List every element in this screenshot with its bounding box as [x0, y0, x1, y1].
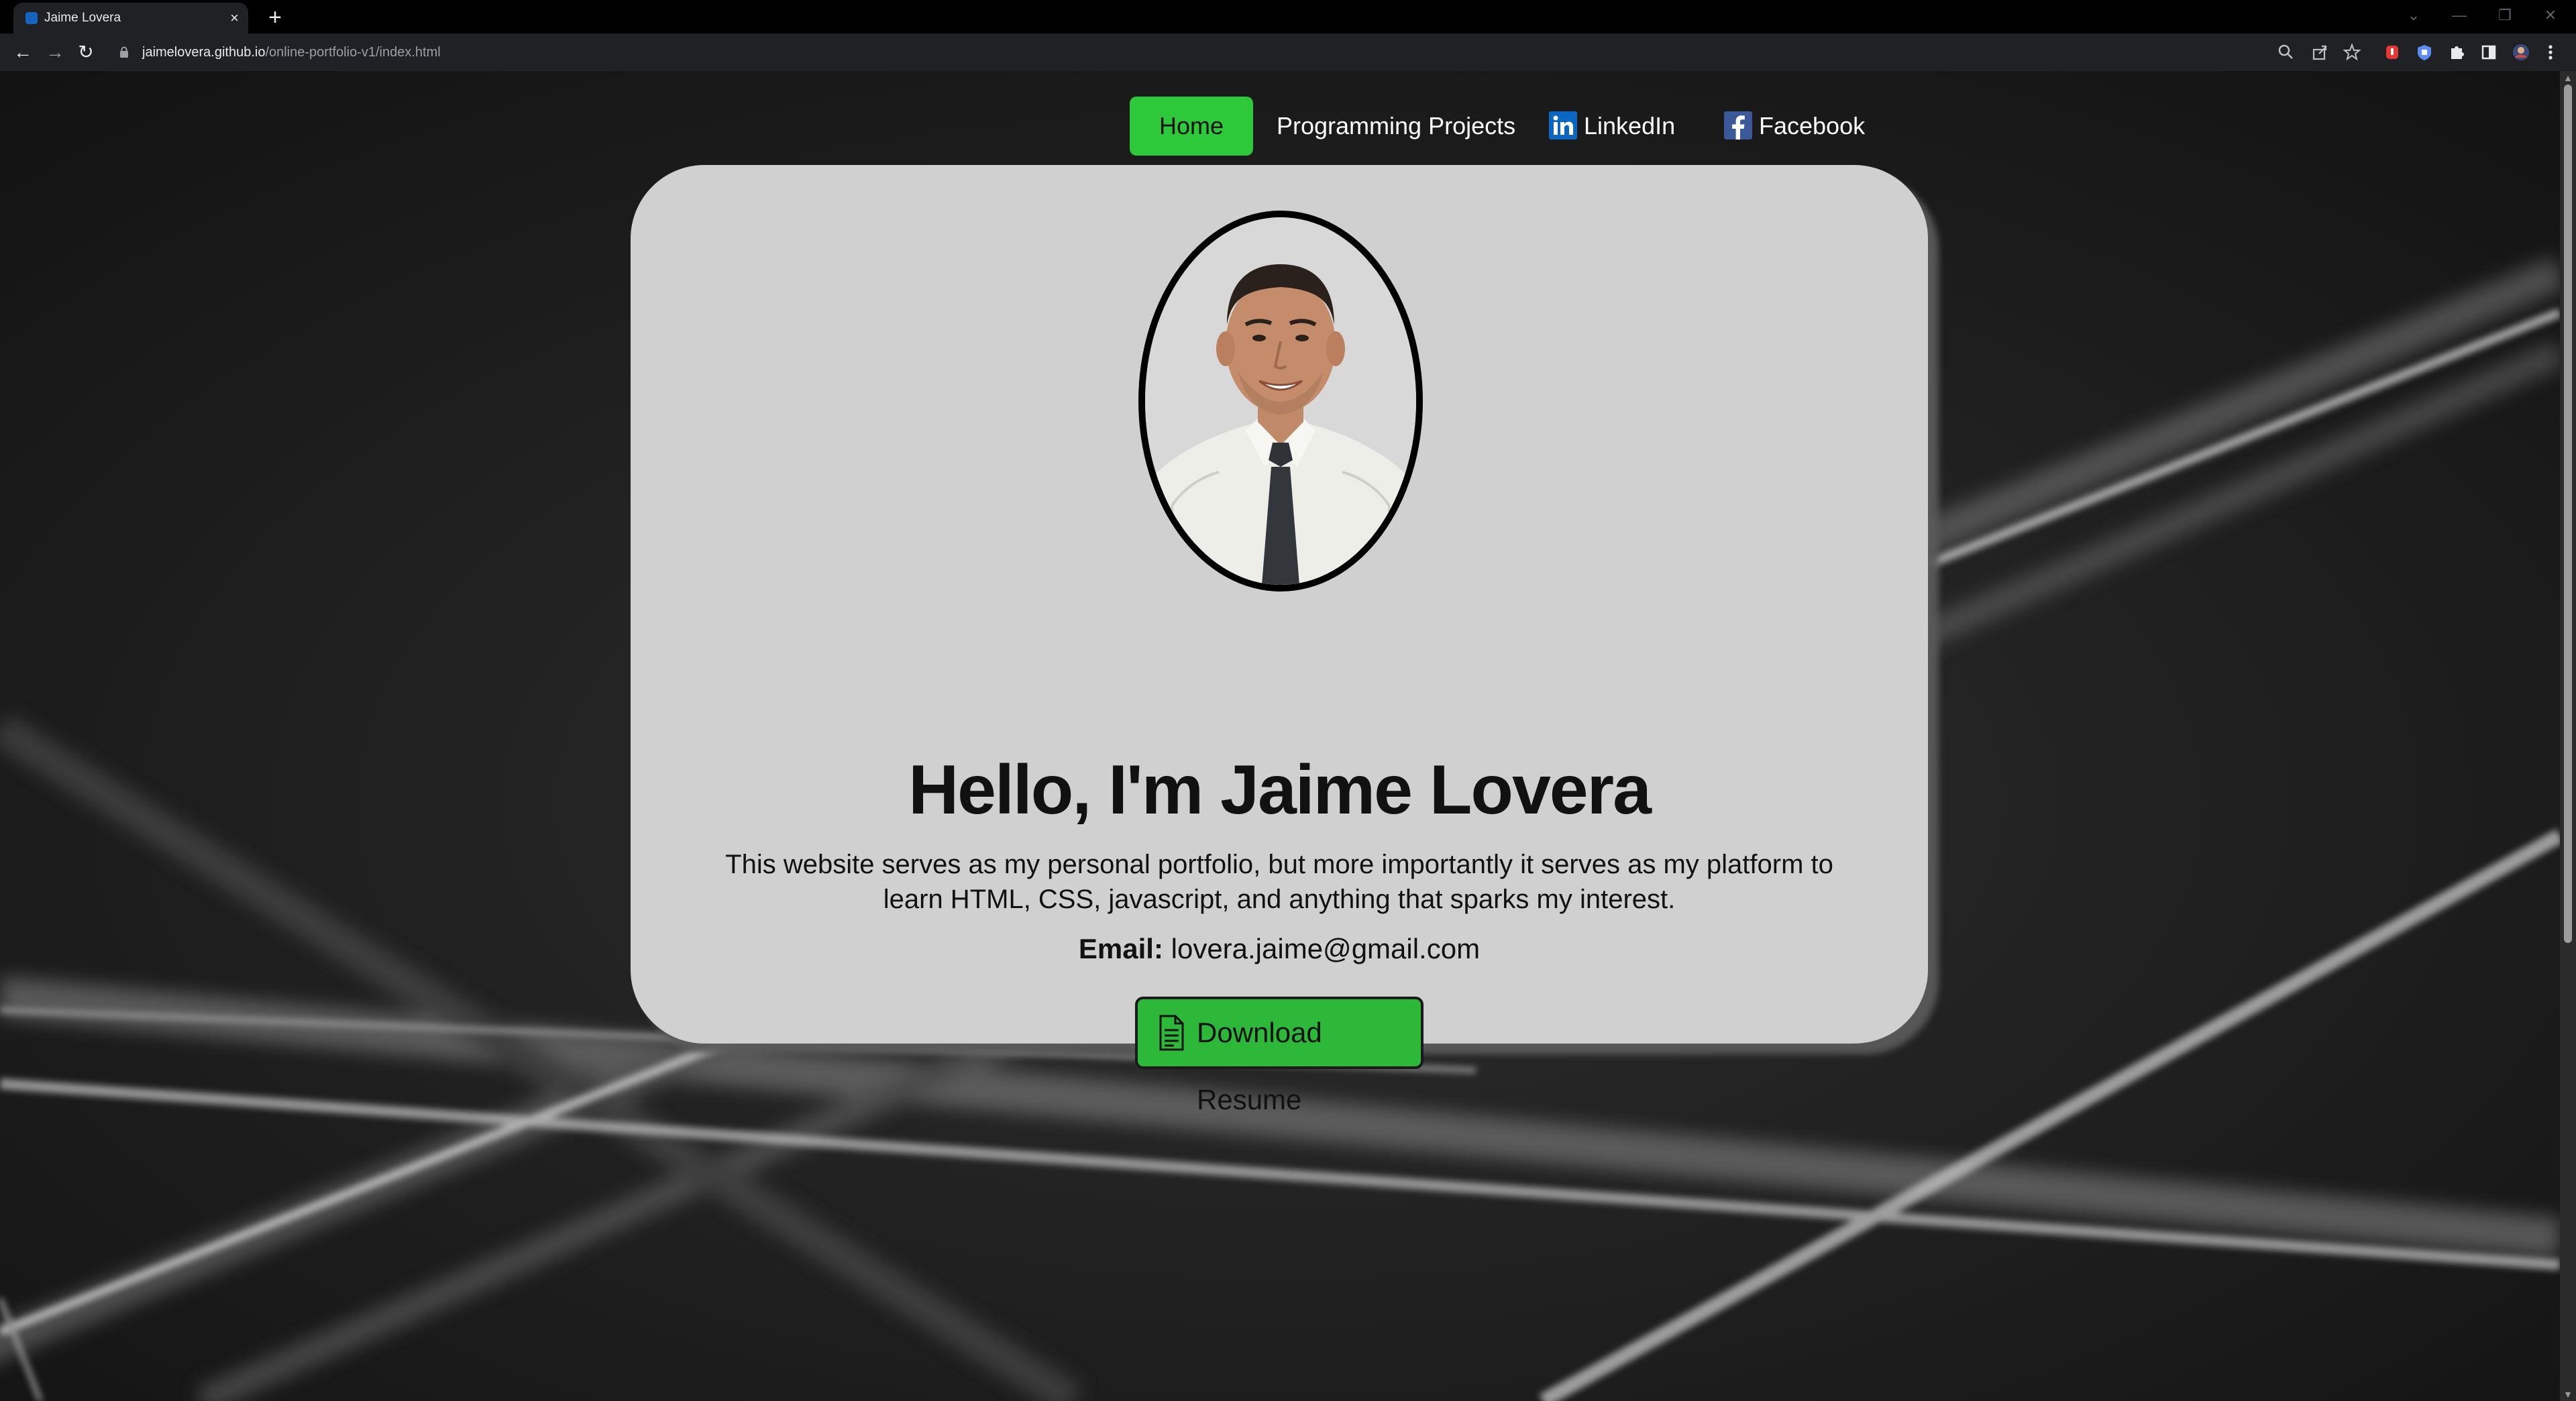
email-line: Email: lovera.jaime@gmail.com: [631, 932, 1928, 966]
share-icon[interactable]: [2308, 40, 2332, 64]
tab-title: Jaime Lovera: [44, 11, 121, 25]
nav-home[interactable]: Home: [1130, 97, 1254, 156]
page-scrollbar[interactable]: ▲ ▼: [2560, 71, 2576, 1401]
nav-linkedin-label: LinkedIn: [1584, 112, 1676, 139]
tab-close-icon[interactable]: ×: [230, 3, 239, 34]
linkedin-icon: [1549, 111, 1577, 140]
minimize-button[interactable]: —: [2439, 0, 2479, 31]
tab-search-icon[interactable]: ⌄: [2394, 0, 2434, 31]
extensions-puzzle-icon[interactable]: [2445, 40, 2469, 64]
nav-linkedin[interactable]: LinkedIn: [1549, 97, 1675, 156]
new-tab-button[interactable]: +: [262, 4, 288, 31]
restore-button[interactable]: ❐: [2485, 0, 2525, 31]
extension-red-icon[interactable]: [2380, 40, 2404, 64]
scroll-up-icon[interactable]: ▲: [2560, 72, 2576, 83]
browser-tab[interactable]: Jaime Lovera ×: [13, 3, 248, 34]
favicon-icon: [25, 12, 38, 24]
download-resume-button[interactable]: Download Resume: [1135, 997, 1424, 1115]
lock-icon: [120, 46, 128, 58]
side-panel-icon[interactable]: [2477, 40, 2501, 64]
facebook-icon: [1724, 111, 1752, 140]
scrollbar-thumb[interactable]: [2564, 85, 2572, 943]
email-label: Email:: [1078, 933, 1163, 964]
address-bar[interactable]: jaimelovera.github.io/online-portfolio-v…: [109, 39, 2436, 66]
url-text: jaimelovera.github.io/online-portfolio-v…: [142, 39, 441, 66]
tab-strip: Jaime Lovera × + ⌄ — ❐ ✕: [0, 0, 2576, 34]
page-viewport: Home Programming Projects LinkedIn Faceb…: [0, 71, 2560, 1401]
reload-button[interactable]: ↻: [72, 39, 99, 66]
menu-kebab-icon[interactable]: [2541, 40, 2560, 64]
profile-portrait: [1138, 211, 1423, 592]
browser-window: Jaime Lovera × + ⌄ — ❐ ✕ ← → ↻ jaimelove…: [0, 0, 2576, 1401]
download-resume-label: Download Resume: [1197, 1017, 1322, 1115]
person-portrait-image: [1145, 217, 1416, 585]
nav-programming-projects[interactable]: Programming Projects: [1277, 97, 1515, 156]
document-icon: [1159, 1015, 1184, 1051]
url-host: jaimelovera.github.io: [142, 45, 266, 60]
greeting-heading: Hello, I'm Jaime Lovera: [908, 750, 1652, 829]
profile-card: Hello, I'm Jaime Lovera This website ser…: [631, 165, 1928, 1115]
site-navigation: Home Programming Projects LinkedIn Faceb…: [0, 71, 2560, 165]
zoom-icon[interactable]: [2274, 40, 2298, 64]
intro-paragraph: This website serves as my personal portf…: [725, 850, 1833, 914]
close-window-button[interactable]: ✕: [2530, 0, 2571, 31]
url-path: /online-portfolio-v1/index.html: [265, 45, 441, 60]
scroll-down-icon[interactable]: ▼: [2560, 1389, 2576, 1400]
back-button[interactable]: ←: [9, 39, 36, 66]
extension-shield-icon[interactable]: [2412, 40, 2436, 64]
browser-toolbar: ← → ↻ jaimelovera.github.io/online-portf…: [0, 34, 2576, 71]
email-address[interactable]: lovera.jaime@gmail.com: [1171, 933, 1480, 964]
nav-facebook[interactable]: Facebook: [1724, 97, 1865, 156]
nav-facebook-label: Facebook: [1759, 112, 1866, 139]
bookmark-star-icon[interactable]: [2340, 40, 2364, 64]
profile-avatar-icon[interactable]: [2509, 40, 2533, 64]
forward-button[interactable]: →: [42, 39, 68, 66]
